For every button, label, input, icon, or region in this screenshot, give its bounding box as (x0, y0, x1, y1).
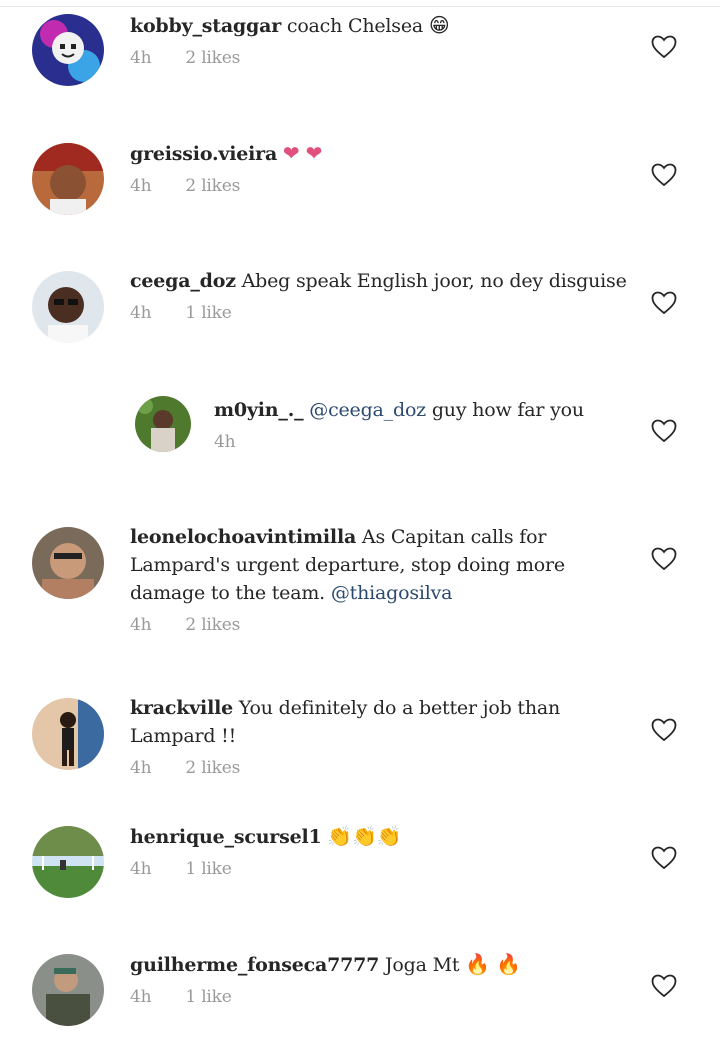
avatar[interactable] (32, 14, 104, 86)
avatar[interactable] (32, 954, 104, 1026)
username[interactable]: greissio.vieira (130, 143, 277, 165)
comment-text: m0yin_._ @ceega_doz guy how far you (214, 396, 634, 424)
timestamp: 4h (130, 48, 152, 68)
username[interactable]: ceega_doz (130, 270, 236, 292)
clapping-emoji-icon: 👏👏👏 (327, 824, 402, 848)
timestamp: 4h (130, 303, 152, 323)
timestamp: 4h (130, 176, 152, 196)
comment-meta: 4h 2 likes (130, 756, 630, 780)
username[interactable]: henrique_scursel1 (130, 826, 322, 848)
timestamp: 4h (130, 758, 152, 778)
likes-count[interactable]: 2 likes (185, 758, 240, 778)
comment-meta: 4h 2 likes (130, 613, 630, 637)
timestamp: 4h (130, 859, 152, 879)
username[interactable]: krackville (130, 697, 233, 719)
mention-link[interactable]: @thiagosilva (331, 582, 453, 604)
comment-text: leonelochoavintimilla As Capitan calls f… (130, 523, 630, 607)
comment-text: guilherme_fonseca7777 Joga Mt 🔥 🔥 (130, 950, 630, 979)
comment-meta: 4h 2 likes (130, 174, 630, 198)
comment-meta: 4h 1 like (130, 985, 630, 1009)
comment-text: krackville You definitely do a better jo… (130, 694, 630, 750)
comment-body: Joga Mt (385, 954, 460, 976)
comment-meta: 4h (214, 430, 634, 454)
fire-emoji-icon: 🔥 🔥 (465, 952, 521, 976)
comment-meta: 4h 2 likes (130, 46, 630, 70)
comment-body: coach Chelsea (286, 15, 424, 37)
comment-text: greissio.vieira ❤ ❤ (130, 139, 630, 168)
heart-outline-icon[interactable] (651, 846, 677, 870)
heart-outline-icon[interactable] (651, 419, 677, 443)
heart-outline-icon[interactable] (651, 35, 677, 59)
comment-text: ceega_doz Abeg speak English joor, no de… (130, 267, 630, 295)
mention-link[interactable]: @ceega_doz (309, 399, 426, 421)
comment-text: kobby_staggar coach Chelsea 😁 (130, 11, 630, 40)
likes-count[interactable]: 2 likes (185, 48, 240, 68)
comment-text: henrique_scursel1 👏👏👏 (130, 822, 630, 851)
heart-outline-icon[interactable] (651, 163, 677, 187)
timestamp: 4h (130, 615, 152, 635)
avatar[interactable] (32, 271, 104, 343)
timestamp: 4h (214, 432, 236, 452)
likes-count[interactable]: 1 like (185, 859, 231, 879)
likes-count[interactable]: 2 likes (185, 176, 240, 196)
comment-meta: 4h 1 like (130, 857, 630, 881)
likes-count[interactable]: 2 likes (185, 615, 240, 635)
avatar[interactable] (32, 143, 104, 215)
comment-meta: 4h 1 like (130, 301, 630, 325)
heart-emoji-icon: ❤ ❤ (282, 141, 323, 165)
heart-outline-icon[interactable] (651, 718, 677, 742)
avatar[interactable] (32, 698, 104, 770)
heart-outline-icon[interactable] (651, 974, 677, 998)
likes-count[interactable]: 1 like (185, 987, 231, 1007)
comment-body: guy how far you (431, 399, 584, 421)
username[interactable]: leonelochoavintimilla (130, 526, 356, 548)
username[interactable]: kobby_staggar (130, 15, 281, 37)
likes-count[interactable]: 1 like (185, 303, 231, 323)
heart-outline-icon[interactable] (651, 291, 677, 315)
username[interactable]: m0yin_._ (214, 399, 304, 421)
avatar[interactable] (32, 527, 104, 599)
top-divider (0, 0, 720, 7)
grin-emoji-icon: 😁 (428, 13, 450, 37)
comment-body: Abeg speak English joor, no dey disguise (241, 270, 627, 292)
timestamp: 4h (130, 987, 152, 1007)
heart-outline-icon[interactable] (651, 547, 677, 571)
avatar[interactable] (135, 396, 191, 452)
avatar[interactable] (32, 826, 104, 898)
username[interactable]: guilherme_fonseca7777 (130, 954, 379, 976)
